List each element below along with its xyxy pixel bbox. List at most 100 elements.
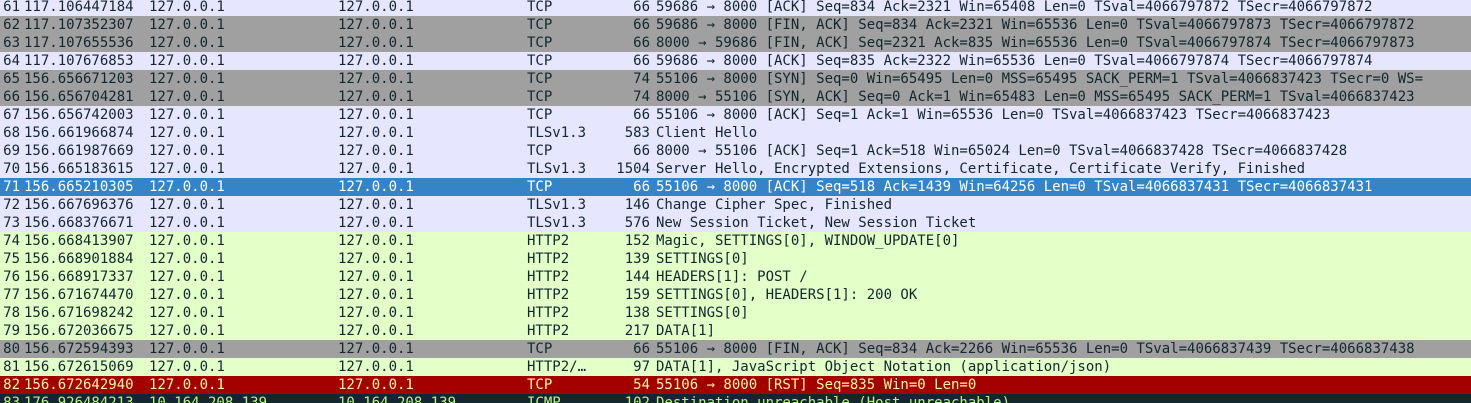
packet-length: 159 [624, 287, 650, 303]
packet-source: 127.0.0.1 [149, 179, 225, 195]
packet-protocol: TCP [527, 179, 553, 195]
packet-number: 78 [3, 305, 20, 321]
packet-destination: 127.0.0.1 [338, 233, 414, 249]
packet-source: 127.0.0.1 [149, 197, 225, 213]
packet-row[interactable]: 61 117.106447184 127.0.0.1 127.0.0.1 TCP 66 59… [0, 0, 1471, 16]
packet-source: 127.0.0.1 [149, 71, 225, 87]
packet-info: DATA[1] [656, 323, 716, 339]
packet-length: 54 [633, 377, 650, 393]
packet-list[interactable]: 61 117.106447184 127.0.0.1 127.0.0.1 TCP 66 59… [0, 0, 1471, 403]
packet-row[interactable]: 66 156.656704281 127.0.0.1 127.0.0.1 TCP 74 80… [0, 88, 1471, 106]
packet-number: 63 [3, 35, 20, 51]
packet-row[interactable]: 80 156.672594393 127.0.0.1 127.0.0.1 TCP 66 55… [0, 340, 1471, 358]
packet-row[interactable]: 62 117.107352307 127.0.0.1 127.0.0.1 TCP 66 59… [0, 16, 1471, 34]
packet-time: 156.665183615 [24, 161, 134, 177]
packet-destination: 127.0.0.1 [338, 269, 414, 285]
packet-time: 156.668376671 [24, 215, 134, 231]
packet-info: Client Hello [656, 125, 758, 141]
packet-protocol: TLSv1.3 [527, 197, 587, 213]
packet-destination: 127.0.0.1 [338, 377, 414, 393]
packet-source: 127.0.0.1 [149, 287, 225, 303]
packet-destination: 127.0.0.1 [338, 215, 414, 231]
packet-row[interactable]: 70 156.665183615 127.0.0.1 127.0.0.1 TLSv1.3… [0, 160, 1471, 178]
packet-number: 77 [3, 287, 20, 303]
packet-length: 66 [633, 143, 650, 159]
packet-destination: 127.0.0.1 [338, 305, 414, 321]
packet-time: 156.668917337 [24, 269, 134, 285]
packet-info: 55106 → 8000 [RST] Seq=835 Win=0 Len=0 [656, 377, 977, 393]
packet-protocol: TCP [527, 71, 553, 87]
packet-length: 102 [624, 395, 650, 403]
packet-time: 176.926484213 [24, 395, 134, 403]
packet-source: 127.0.0.1 [149, 89, 225, 105]
packet-row[interactable]: 73 156.668376671 127.0.0.1 127.0.0.1 TLSv1.3… [0, 214, 1471, 232]
packet-time: 156.672036675 [24, 323, 134, 339]
packet-row[interactable]: 72 156.667696376 127.0.0.1 127.0.0.1 TLSv1.3… [0, 196, 1471, 214]
packet-info: Destination unreachable (Host unreachabl… [656, 395, 1011, 403]
packet-number: 76 [3, 269, 20, 285]
packet-number: 67 [3, 107, 20, 123]
packet-row[interactable]: 77 156.671674470 127.0.0.1 127.0.0.1 HTTP2 15… [0, 286, 1471, 304]
packet-time: 156.661987669 [24, 143, 134, 159]
packet-time: 156.656742003 [24, 107, 134, 123]
packet-destination: 127.0.0.1 [338, 251, 414, 267]
packet-row[interactable]: 64 117.107676853 127.0.0.1 127.0.0.1 TCP 66 59… [0, 52, 1471, 70]
packet-time: 156.668901884 [24, 251, 134, 267]
packet-source: 127.0.0.1 [149, 125, 225, 141]
packet-info: DATA[1], JavaScript Object Notation (app… [656, 359, 1112, 375]
packet-time: 156.671698242 [24, 305, 134, 321]
packet-protocol: TLSv1.3 [527, 125, 587, 141]
packet-length: 144 [624, 269, 650, 285]
packet-number: 82 [3, 377, 20, 393]
packet-row[interactable]: 76 156.668917337 127.0.0.1 127.0.0.1 HTTP2 14… [0, 268, 1471, 286]
packet-time: 156.672615069 [24, 359, 134, 375]
packet-destination: 127.0.0.1 [338, 287, 414, 303]
packet-row[interactable]: 82 156.672642940 127.0.0.1 127.0.0.1 TCP 54 55… [0, 376, 1471, 394]
packet-protocol: TLSv1.3 [527, 161, 587, 177]
packet-row[interactable]: 68 156.661966874 127.0.0.1 127.0.0.1 TLSv1.3… [0, 124, 1471, 142]
packet-destination: 10.164.208.139 [338, 395, 457, 403]
packet-time: 156.665210305 [24, 179, 134, 195]
packet-length: 66 [633, 53, 650, 69]
packet-info: 55106 → 8000 [ACK] Seq=1 Ack=1 Win=65536… [656, 107, 1331, 123]
packet-info: Magic, SETTINGS[0], WINDOW_UPDATE[0] [656, 233, 960, 249]
packet-number: 64 [3, 53, 20, 69]
packet-row[interactable]: 65 156.656671203 127.0.0.1 127.0.0.1 TCP 74 55… [0, 70, 1471, 88]
packet-number: 80 [3, 341, 20, 357]
packet-row[interactable]: 75 156.668901884 127.0.0.1 127.0.0.1 HTTP2 13… [0, 250, 1471, 268]
packet-row[interactable]: 83 176.926484213 10.164.208.139 10.164.208.… [0, 394, 1471, 403]
packet-protocol: HTTP2 [527, 251, 570, 267]
packet-row[interactable]: 78 156.671698242 127.0.0.1 127.0.0.1 HTTP2 13… [0, 304, 1471, 322]
packet-length: 74 [633, 89, 650, 105]
packet-row[interactable]: 63 117.107655536 127.0.0.1 127.0.0.1 TCP 66 80… [0, 34, 1471, 52]
packet-number: 70 [3, 161, 20, 177]
packet-number: 72 [3, 197, 20, 213]
packet-protocol: HTTP2 [527, 305, 570, 321]
packet-number: 65 [3, 71, 20, 87]
packet-source: 127.0.0.1 [149, 143, 225, 159]
packet-time: 156.672642940 [24, 377, 134, 393]
packet-time: 156.672594393 [24, 341, 134, 357]
packet-protocol: HTTP2/… [527, 359, 587, 375]
packet-row[interactable]: 71 156.665210305 127.0.0.1 127.0.0.1 TCP 66 55… [0, 178, 1471, 196]
packet-row[interactable]: 79 156.672036675 127.0.0.1 127.0.0.1 HTTP2 21… [0, 322, 1471, 340]
packet-time: 117.107655536 [24, 35, 134, 51]
packet-protocol: TCP [527, 143, 553, 159]
packet-source: 10.164.208.139 [149, 395, 268, 403]
packet-time: 156.661966874 [24, 125, 134, 141]
packet-info: Change Cipher Spec, Finished [656, 197, 893, 213]
packet-info: 8000 → 55106 [SYN, ACK] Seq=0 Ack=1 Win=… [656, 89, 1415, 105]
packet-source: 127.0.0.1 [149, 269, 225, 285]
packet-protocol: TLSv1.3 [527, 215, 587, 231]
packet-destination: 127.0.0.1 [338, 89, 414, 105]
packet-row[interactable]: 81 156.672615069 127.0.0.1 127.0.0.1 HTTP2/…… [0, 358, 1471, 376]
packet-row[interactable]: 74 156.668413907 127.0.0.1 127.0.0.1 HTTP2 15… [0, 232, 1471, 250]
packet-time: 156.656671203 [24, 71, 134, 87]
packet-source: 127.0.0.1 [149, 215, 225, 231]
packet-protocol: TCP [527, 341, 553, 357]
packet-row[interactable]: 69 156.661987669 127.0.0.1 127.0.0.1 TCP 66 80… [0, 142, 1471, 160]
packet-info: 55106 → 8000 [SYN] Seq=0 Win=65495 Len=0… [656, 71, 1424, 87]
packet-row[interactable]: 67 156.656742003 127.0.0.1 127.0.0.1 TCP 66 55… [0, 106, 1471, 124]
packet-length: 66 [633, 35, 650, 51]
packet-destination: 127.0.0.1 [338, 143, 414, 159]
